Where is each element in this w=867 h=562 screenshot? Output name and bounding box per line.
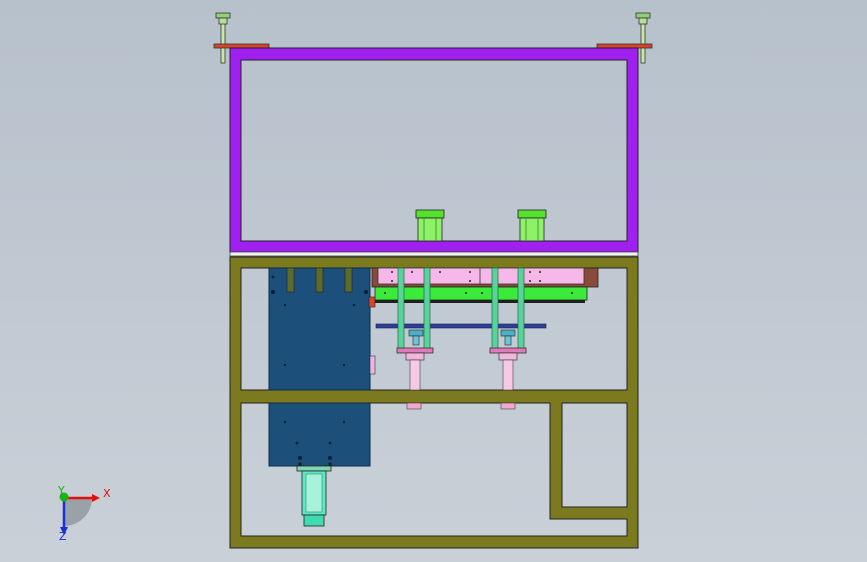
upper-cylinder-right bbox=[517, 209, 547, 242]
x-axis-arrowhead bbox=[92, 494, 100, 502]
axis-triad[interactable] bbox=[59, 492, 101, 536]
bottom-cylinder bbox=[296, 465, 332, 527]
machine-front-view-drawing bbox=[59, 12, 653, 549]
right-mount-bracket bbox=[596, 43, 653, 49]
z-axis-label: Z bbox=[59, 530, 67, 543]
triad-plane bbox=[64, 498, 92, 526]
y-axis-label: Y bbox=[58, 484, 65, 497]
pink-top-plate bbox=[371, 267, 599, 288]
cad-viewport[interactable]: X Y Z bbox=[0, 0, 867, 562]
x-axis-label: X bbox=[103, 487, 111, 500]
separator-plate bbox=[229, 251, 639, 257]
left-mount-bolt bbox=[215, 12, 231, 64]
blue-block bbox=[268, 267, 376, 467]
left-mount-bracket bbox=[213, 43, 270, 49]
upper-cylinder-left bbox=[415, 209, 445, 242]
